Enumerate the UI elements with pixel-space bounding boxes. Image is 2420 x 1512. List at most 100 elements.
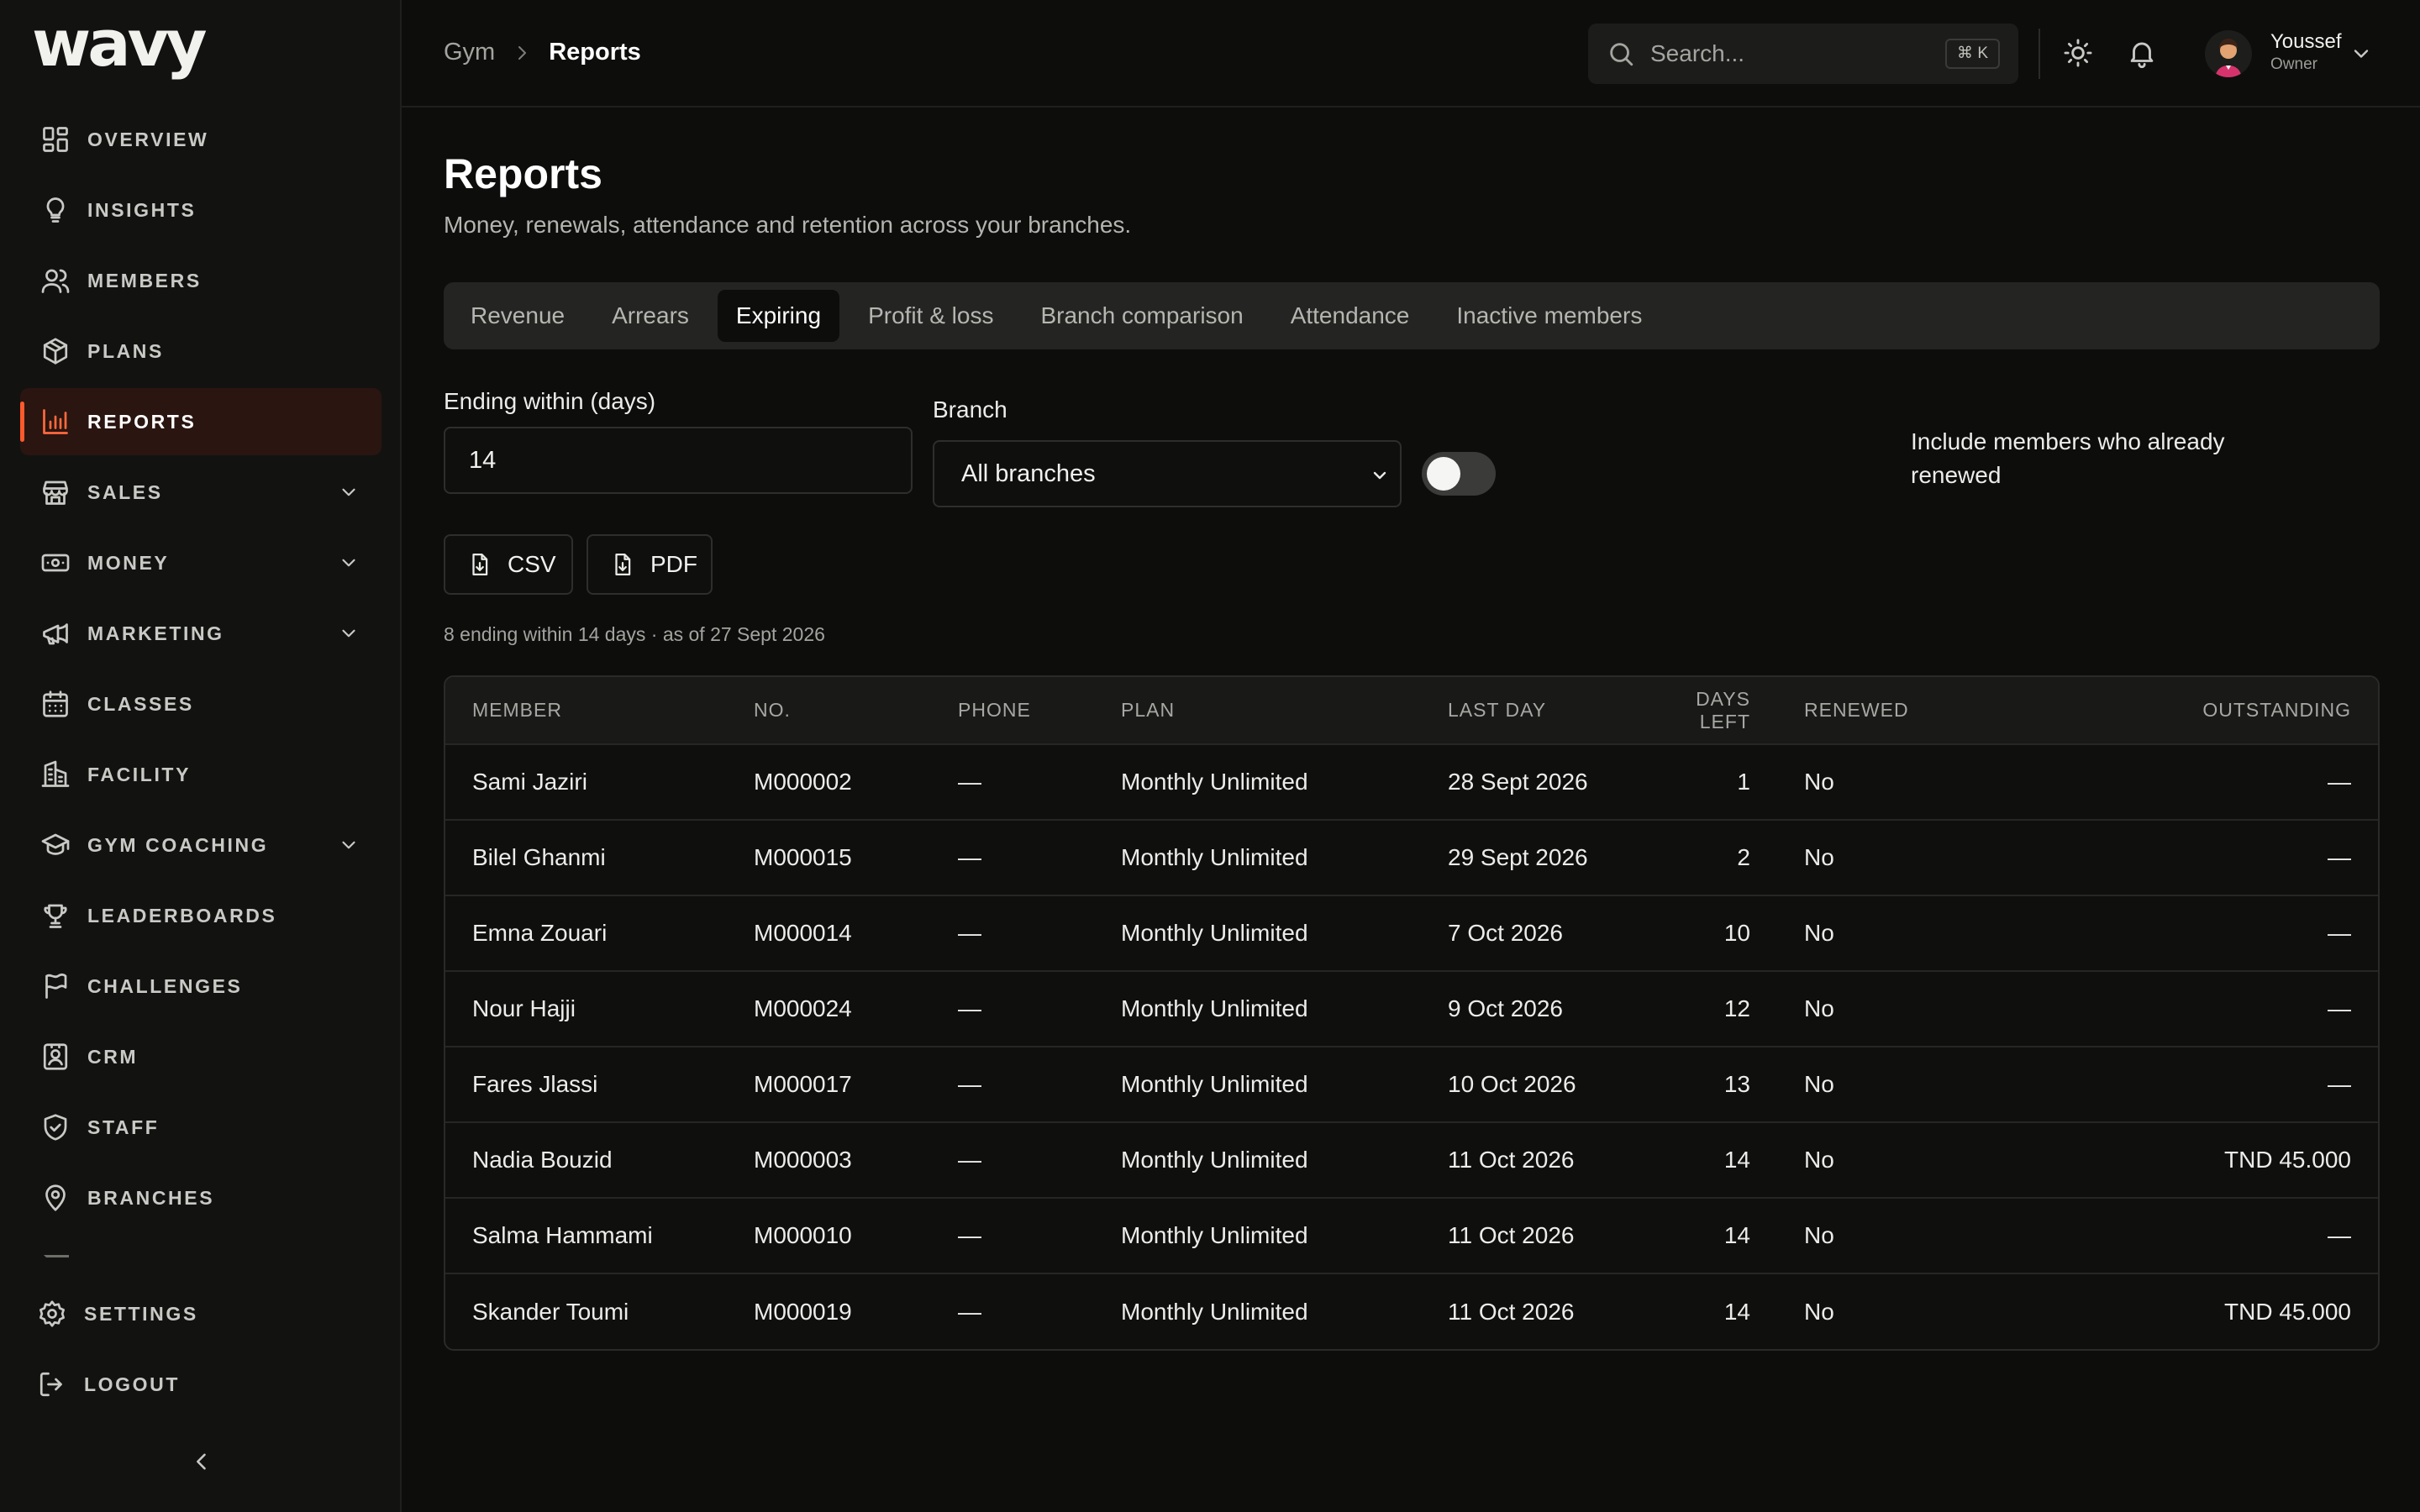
tab-attendance[interactable]: Attendance [1272,290,1428,342]
table-row[interactable]: Fares Jlassi M000017 — Monthly Unlimited 10 … [445,1047,2378,1122]
tab-arrears[interactable]: Arrears [593,290,708,342]
table-header-row: MEMBER NO. PHONE PLAN LAST DAY DAYS LEFT… [445,677,2378,744]
sidebar-item-plans[interactable]: PLANS [20,318,381,385]
sidebar-item-staff[interactable]: STAFF [20,1094,381,1161]
chevron-down-icon[interactable] [338,622,360,644]
calendar-icon [40,689,71,719]
chevron-right-icon [518,45,527,60]
sidebar-item-classes[interactable]: CLASSES [20,670,381,738]
column-header-days-left[interactable]: DAYS LEFT [1641,677,1750,744]
sidebar-item-members[interactable]: MEMBERS [20,247,381,314]
cell-outstanding: — [2328,1222,2351,1248]
cell-no: M000017 [754,1071,852,1097]
sidebar-item-money[interactable]: MONEY [20,529,381,596]
ending-within-label: Ending within (days) [444,388,656,414]
cell-days-left: 12 [1723,995,1750,1021]
sidebar-item-label: OVERVIEW [87,128,209,150]
sidebar-item-branches[interactable]: BRANCHES [20,1164,381,1231]
cell-phone: — [958,995,981,1021]
sidebar-item-logout[interactable]: LOGOUT [20,1351,381,1418]
cell-plan: Monthly Unlimited [1121,1071,1308,1097]
cell-member[interactable]: Salma Hammami [445,1198,754,1273]
sidebar-item-label: CHALLENGES [87,974,243,997]
cell-renewed: No [1804,769,1834,795]
column-header-renewed[interactable]: RENEWED [1750,677,1969,744]
table-row[interactable]: Nour Hajji M000024 — Monthly Unlimited 9 Oct… [445,971,2378,1047]
table-row[interactable]: Skander Toumi M000019 — Monthly Unlimited 11… [445,1273,2378,1349]
cell-no: M000015 [754,844,852,870]
table-body: Sami Jaziri M000002 — Monthly Unlimited 28 S… [445,744,2378,1349]
avatar[interactable] [2205,30,2252,77]
sidebar-item-overview[interactable]: OVERVIEW [20,106,381,173]
cell-phone: — [958,1222,981,1248]
users-icon [40,265,71,296]
tab-profit-loss[interactable]: Profit & loss [850,290,1012,342]
search-input[interactable]: Search... ⌘ K [1588,24,2018,84]
sidebar-item-crm[interactable]: CRM [20,1023,381,1090]
branch-select-value: All branches [961,460,1096,487]
cell-member[interactable]: Emna Zouari [445,895,754,971]
app-logo[interactable]: wavy [32,12,208,76]
table-row[interactable]: Sami Jaziri M000002 — Monthly Unlimited 28 S… [445,744,2378,820]
cell-member[interactable]: Sami Jaziri [445,744,754,820]
cell-last-day: 28 Sept 2026 [1448,769,1588,795]
column-header-plan[interactable]: PLAN [1121,677,1448,744]
breadcrumb-root[interactable]: Gym [444,39,495,66]
cell-member[interactable]: Bilel Ghanmi [445,820,754,895]
user-menu-chevron-down-icon[interactable] [2349,42,2373,66]
export-pdf-button[interactable]: PDF [587,534,713,595]
table-row[interactable]: Bilel Ghanmi M000015 — Monthly Unlimited 29 … [445,820,2378,895]
column-header-phone[interactable]: PHONE [958,677,1121,744]
sidebar-item-label: MEMBERS [87,269,202,291]
sidebar-item-settings[interactable]: SETTINGS [20,1280,381,1347]
cell-last-day: 11 Oct 2026 [1448,1298,1575,1325]
ending-within-input[interactable]: 14 [444,427,913,494]
cell-member[interactable]: Nadia Bouzid [445,1122,754,1198]
chevron-down-icon[interactable] [338,834,360,856]
cell-plan: Monthly Unlimited [1121,1147,1308,1173]
user-name[interactable]: Youssef [2270,30,2342,54]
sidebar-item-label: STAFF [87,1116,160,1138]
column-header-last-day[interactable]: LAST DAY [1448,677,1641,744]
export-pdf-label: PDF [650,551,697,577]
column-header-outstanding[interactable]: OUTSTANDING [1969,677,2378,744]
megaphone-icon [40,618,71,648]
sidebar-item-insights[interactable]: INSIGHTS [20,176,381,244]
sidebar-item-marketing[interactable]: MARKETING [20,600,381,667]
sidebar-item-label: MONEY [87,551,170,574]
cell-member[interactable]: Fares Jlassi [445,1047,754,1122]
cell-member[interactable]: Nour Hajji [445,971,754,1047]
table-row[interactable]: Nadia Bouzid M000003 — Monthly Unlimited 11 … [445,1122,2378,1198]
chevron-down-icon[interactable] [338,481,360,503]
tab-expiring[interactable]: Expiring [717,290,840,342]
table-row[interactable]: Salma Hammami M000010 — Monthly Unlimited 11… [445,1198,2378,1273]
sidebar-item-reports[interactable]: REPORTS [20,388,381,455]
cell-last-day: 11 Oct 2026 [1448,1147,1575,1173]
sidebar-item-sales[interactable]: SALES [20,459,381,526]
tab-branch-comparison[interactable]: Branch comparison [1022,290,1261,342]
sidebar-item-gym-coaching[interactable]: GYM COACHING [20,811,381,879]
collapse-sidebar-icon[interactable] [190,1450,213,1473]
cell-renewed: No [1804,1298,1834,1325]
cell-member[interactable]: Skander Toumi [445,1273,754,1349]
column-header-no[interactable]: NO. [754,677,958,744]
sidebar-item-leaderboards[interactable]: LEADERBOARDS [20,882,381,949]
cell-outstanding: — [2328,844,2351,870]
branch-select[interactable]: All branches [933,440,1402,507]
sidebar-item-challenges[interactable]: CHALLENGES [20,953,381,1020]
table-row[interactable]: Emna Zouari M000014 — Monthly Unlimited 7 Oc… [445,895,2378,971]
sidebar-item-facility[interactable]: FACILITY [20,741,381,808]
sidebar-item-label: INSIGHTS [87,198,197,221]
export-csv-button[interactable]: CSV [444,534,573,595]
theme-toggle-sun-icon[interactable] [2062,37,2094,69]
tab-inactive-members[interactable]: Inactive members [1438,290,1660,342]
tab-revenue[interactable]: Revenue [452,290,583,342]
notifications-bell-icon[interactable] [2126,37,2158,69]
column-header-member[interactable]: MEMBER [445,677,754,744]
chevron-down-icon[interactable] [338,552,360,574]
cell-renewed: No [1804,1222,1834,1248]
main-content: Gym Reports Search... ⌘ K Youssef Owner … [402,0,2420,1512]
cell-phone: — [958,920,981,946]
breadcrumb: Gym Reports [444,39,641,66]
include-renewed-toggle[interactable] [1422,452,1496,496]
